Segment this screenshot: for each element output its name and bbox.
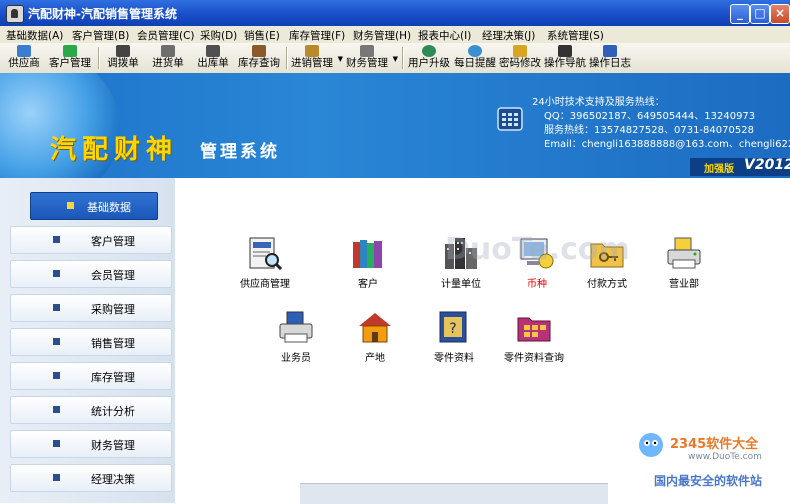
- house-icon: [359, 313, 391, 343]
- dropdown-arrow-icon[interactable]: ▼: [338, 55, 343, 63]
- app-name: 汽配财神: [50, 135, 179, 165]
- watermark-slogan: 国内最安全的软件站: [654, 474, 763, 488]
- dropdown-arrow-icon[interactable]: ▼: [393, 55, 398, 63]
- support-qq: QQ：396502187、649505444、13240973: [544, 111, 756, 122]
- navigation-icon: [558, 45, 572, 57]
- window-title: 汽配财神-汽配销售管理系统: [28, 7, 177, 21]
- sidebar: 基础数据 客户管理 会员管理 采购管理 销售管理 库存管理 统计分析 财务管理 …: [0, 178, 175, 503]
- transfer-icon: [116, 45, 130, 57]
- toolbar-supplier[interactable]: 供应商: [6, 44, 42, 72]
- sidebar-item-statistics[interactable]: 统计分析: [10, 396, 172, 424]
- stock-in-icon: [161, 45, 175, 57]
- sidebar-item-inventory[interactable]: 库存管理: [10, 362, 172, 390]
- item-parts-data-query[interactable]: 零件资料查询: [484, 308, 584, 364]
- floppy-disk-icon: [603, 45, 617, 57]
- menu-reports[interactable]: 报表中心(I): [418, 28, 471, 43]
- sidebar-item-customer[interactable]: 客户管理: [10, 226, 172, 254]
- reminder-icon: [468, 45, 482, 57]
- toolbar-separator: [98, 47, 100, 69]
- item-customer[interactable]: 客户: [318, 234, 418, 290]
- toolbar-purchase-sales[interactable]: 进销管理 ▼: [290, 44, 343, 72]
- sidebar-item-manager[interactable]: 经理决策: [10, 464, 172, 492]
- edition-label: 加强版: [704, 164, 734, 175]
- folder-grid-icon: [517, 317, 551, 342]
- document-magnifier-icon: [249, 237, 283, 271]
- sidebar-item-member[interactable]: 会员管理: [10, 260, 172, 288]
- bullet-icon: [53, 338, 60, 345]
- menu-basic-data[interactable]: 基础数据(A): [6, 28, 63, 43]
- finance-icon: [360, 45, 374, 57]
- sidebar-item-finance[interactable]: 财务管理: [10, 430, 172, 458]
- toolbar-change-password[interactable]: 密码修改: [499, 44, 541, 72]
- support-title: 24小时技术支持及服务热线：: [532, 97, 665, 108]
- mascot-icon: [639, 433, 663, 457]
- support-hotline: 服务热线：13574827528、0731-84070528: [544, 125, 754, 136]
- support-email: Email：chengli163888888@163.com、chengli62…: [544, 139, 790, 150]
- app-icon[interactable]: [6, 5, 24, 23]
- watermark-url: www.DuoTe.com: [688, 452, 762, 462]
- header-banner: 汽配财神 管理系统 24小时技术支持及服务热线： QQ：396502187、64…: [0, 73, 790, 178]
- sidebar-item-sales[interactable]: 销售管理: [10, 328, 172, 356]
- sidebar-item-purchase[interactable]: 采购管理: [10, 294, 172, 322]
- bottom-strip: [300, 483, 608, 504]
- customer-icon: [63, 45, 77, 57]
- toolbar-separator: [402, 47, 404, 69]
- toolbar-stock-in[interactable]: 进货单: [151, 44, 185, 72]
- phone-icon: [497, 107, 523, 131]
- help-book-icon: ?: [439, 311, 467, 343]
- menu-inventory[interactable]: 库存管理(F): [289, 28, 345, 43]
- printer-icon: [667, 237, 701, 269]
- stock-out-icon: [206, 45, 220, 57]
- toolbar-upgrade[interactable]: 用户升级: [408, 44, 450, 72]
- toolbar-stock-out[interactable]: 出库单: [196, 44, 230, 72]
- upgrade-icon: [422, 45, 436, 57]
- bullet-icon: [53, 440, 60, 447]
- books-icon: [353, 240, 382, 268]
- close-button[interactable]: ×: [770, 4, 790, 24]
- maximize-button[interactable]: □: [750, 4, 770, 24]
- toolbar-separator: [286, 47, 288, 69]
- bullet-icon: [53, 474, 60, 481]
- toolbar-navigation[interactable]: 操作导航: [544, 44, 586, 72]
- menu-system[interactable]: 系统管理(S): [547, 28, 604, 43]
- purchase-sales-icon: [305, 45, 319, 57]
- toolbar: 供应商 客户管理 调拨单 进货单 出库单 库存查询 进销管理 ▼ 财务管理 ▼ 用户…: [0, 43, 790, 74]
- svg-text:?: ?: [449, 321, 456, 337]
- lock-icon: [513, 45, 527, 57]
- bullet-icon: [53, 236, 60, 243]
- toolbar-customer[interactable]: 客户管理: [48, 44, 92, 72]
- menu-manager[interactable]: 经理决策(J): [482, 28, 535, 43]
- watermark-brand: 2345软件大全: [670, 437, 759, 452]
- version-label: V2012: [744, 157, 790, 173]
- toolbar-stock-query[interactable]: 库存查询: [236, 44, 282, 72]
- supplier-icon: [17, 45, 31, 57]
- title-bar: 汽配财神-汽配销售管理系统 _ □ ×: [0, 0, 790, 26]
- menu-finance[interactable]: 财务管理(H): [353, 28, 411, 43]
- menu-customer[interactable]: 客户管理(B): [72, 28, 129, 43]
- menu-purchase[interactable]: 采购(D): [200, 28, 237, 43]
- menu-bar: 基础数据(A) 客户管理(B) 会员管理(C) 采购(D) 销售(E) 库存管理…: [0, 26, 790, 44]
- menu-member[interactable]: 会员管理(C): [137, 28, 195, 43]
- sidebar-item-basic-data[interactable]: 基础数据: [30, 192, 158, 220]
- fax-machine-icon: [279, 311, 313, 343]
- stock-query-icon: [252, 45, 266, 57]
- bullet-icon: [53, 304, 60, 311]
- toolbar-transfer[interactable]: 调拨单: [106, 44, 140, 72]
- toolbar-finance[interactable]: 财务管理 ▼: [345, 44, 398, 72]
- toolbar-daily-reminder[interactable]: 每日提醒: [454, 44, 496, 72]
- bullet-icon: [53, 372, 60, 379]
- watermark-center: DuoTe.com: [445, 232, 630, 267]
- watermark: 2345软件大全 www.DuoTe.com 国内最安全的软件站: [630, 428, 790, 503]
- bullet-icon: [53, 406, 60, 413]
- bullet-icon: [67, 202, 74, 209]
- menu-sales[interactable]: 销售(E): [244, 28, 280, 43]
- bullet-icon: [53, 270, 60, 277]
- item-supplier-management[interactable]: 供应商管理: [215, 234, 315, 290]
- item-business-department[interactable]: 营业部: [634, 234, 734, 290]
- app-subtitle: 管理系统: [200, 142, 280, 162]
- toolbar-operation-log[interactable]: 操作日志: [589, 44, 631, 72]
- minimize-button[interactable]: _: [730, 4, 750, 24]
